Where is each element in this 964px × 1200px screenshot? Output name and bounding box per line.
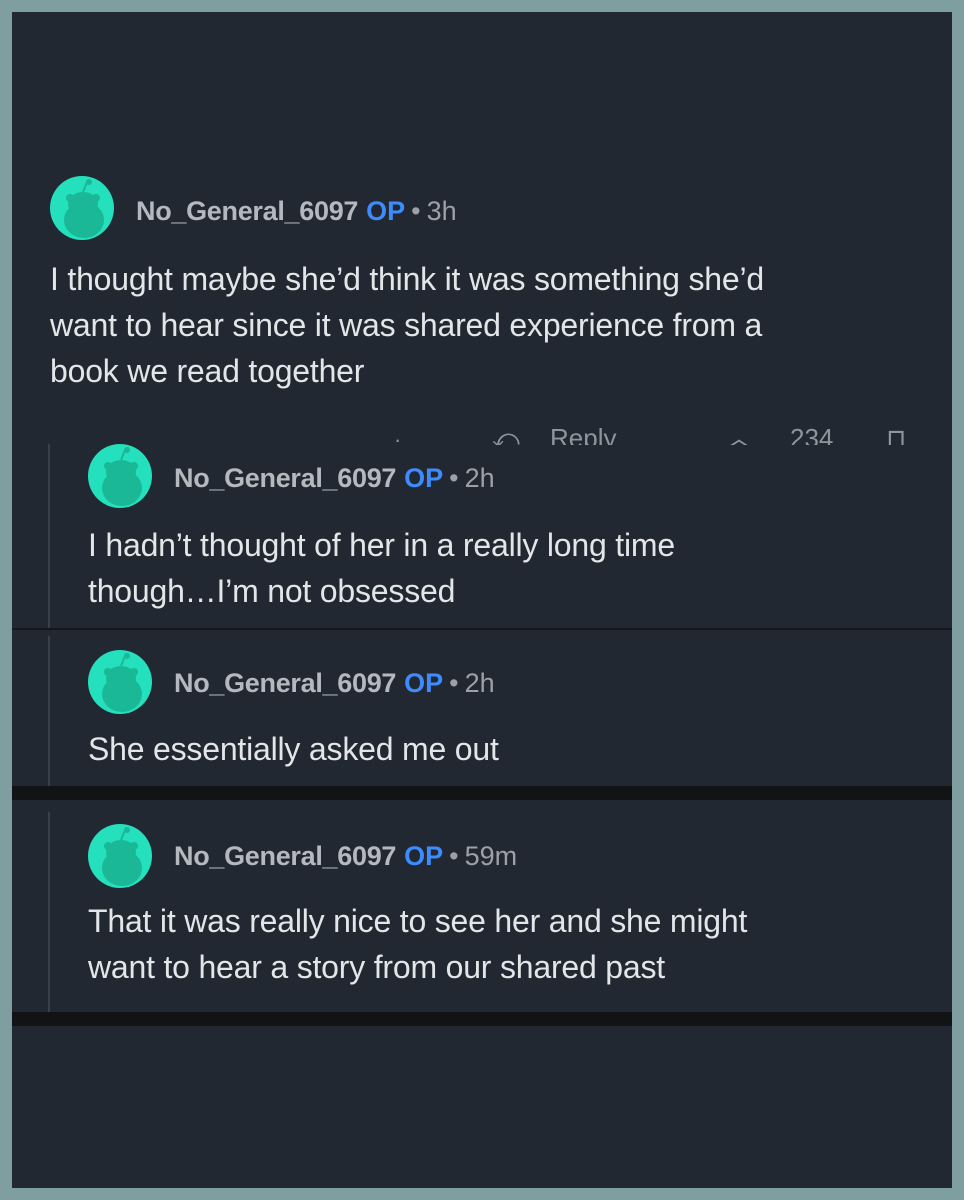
- timestamp: 59m: [464, 841, 518, 871]
- timestamp: 3h: [426, 196, 457, 226]
- separator-dot: •: [449, 668, 459, 698]
- username[interactable]: No_General_6097: [136, 196, 358, 226]
- thread-line[interactable]: [48, 812, 50, 1012]
- username[interactable]: No_General_6097: [174, 841, 396, 871]
- downvote-arrow-icon[interactable]: ⊓: [886, 425, 906, 445]
- comment-text: I hadn’t thought of her in a really long…: [88, 527, 675, 609]
- timestamp: 2h: [464, 463, 495, 493]
- comment-text: I thought maybe she’d think it was somet…: [50, 261, 764, 389]
- thread-line[interactable]: [48, 444, 50, 628]
- divider: [12, 628, 952, 630]
- comment-meta: No_General_6097 OP • 59m: [174, 839, 517, 873]
- comment-meta: No_General_6097 OP • 2h: [174, 461, 495, 495]
- avatar[interactable]: [88, 444, 152, 508]
- thread-line[interactable]: [48, 636, 50, 786]
- comment-meta: No_General_6097 OP • 3h: [136, 194, 457, 228]
- more-dots-icon[interactable]: ·: [394, 427, 401, 445]
- op-badge: OP: [404, 463, 444, 493]
- divider: [12, 1012, 952, 1026]
- comment-text: That it was really nice to see her and s…: [88, 903, 748, 985]
- divider: [12, 786, 952, 800]
- screenshot-frame: No_General_6097 OP • 3h I thought maybe she…: [12, 12, 952, 1188]
- avatar[interactable]: [88, 650, 152, 714]
- separator-dot: •: [449, 463, 459, 493]
- separator-dot: •: [411, 196, 421, 226]
- avatar[interactable]: [50, 176, 114, 240]
- vote-score: 234: [790, 423, 834, 445]
- username[interactable]: No_General_6097: [174, 463, 396, 493]
- op-badge: OP: [404, 841, 444, 871]
- snoo-avatar-icon: [64, 179, 104, 238]
- comment-text: She essentially asked me out: [88, 731, 499, 767]
- reply-button[interactable]: Reply: [550, 425, 616, 445]
- comment-action-bar: · ⤺ Reply ︿ 234 ⊓: [12, 417, 952, 445]
- separator-dot: •: [449, 841, 459, 871]
- op-badge: OP: [366, 196, 406, 226]
- snoo-avatar-icon: [102, 447, 142, 506]
- snoo-avatar-icon: [102, 653, 142, 712]
- avatar[interactable]: [88, 824, 152, 888]
- username[interactable]: No_General_6097: [174, 668, 396, 698]
- snoo-avatar-icon: [102, 827, 142, 886]
- timestamp: 2h: [464, 668, 495, 698]
- upvote-arrow-icon[interactable]: ︿: [726, 425, 752, 445]
- comment-meta: No_General_6097 OP • 2h: [174, 666, 495, 700]
- op-badge: OP: [404, 668, 444, 698]
- reply-arrow-icon[interactable]: ⤺: [492, 425, 520, 445]
